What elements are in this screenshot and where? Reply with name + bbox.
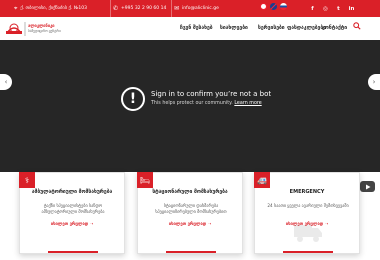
- card-accent-bar: [283, 251, 333, 253]
- phone-item[interactable]: ✆ +995 32 2 90 60 14: [113, 0, 166, 17]
- email-text[interactable]: info@aliclinic.ge: [182, 6, 219, 11]
- instagram-icon[interactable]: ◎: [319, 2, 332, 15]
- card-read-more-link[interactable]: იხილეთ ვრცლად ➝: [138, 221, 242, 226]
- card-read-more-link[interactable]: იხილეთ ვრცლად ➝: [20, 221, 124, 226]
- card-title: ამბულატორიული მომსახურება: [31, 189, 113, 195]
- english-flag-icon[interactable]: [270, 3, 277, 10]
- search-icon[interactable]: [353, 22, 361, 30]
- georgian-flag-icon[interactable]: [260, 3, 267, 10]
- hospital-bed-icon: 🛏: [137, 172, 153, 188]
- hero-video[interactable]: [0, 40, 380, 172]
- twitter-icon[interactable]: t: [332, 2, 345, 15]
- stethoscope-icon: ⚕: [19, 172, 35, 188]
- address-text: ქ. თბილისი, ქიქნაძის ქ. №103: [20, 6, 87, 11]
- learn-more-link[interactable]: Learn more: [234, 101, 261, 106]
- language-switcher: [260, 3, 287, 10]
- notice-message: This helps protect our community.: [151, 101, 233, 106]
- card-title: EMERGENCY: [289, 189, 325, 195]
- nav-news[interactable]: სიახლეები: [220, 20, 248, 35]
- divider: [171, 0, 172, 17]
- logo-text-line2: სამედიცინო ცენტრი: [28, 29, 61, 33]
- ambulance-icon: 🚑: [254, 172, 270, 188]
- logo-text-line1: ალიკლინიკი: [28, 23, 55, 28]
- card-title: სტაციონარული მომსახურება: [152, 189, 228, 195]
- play-icon: [365, 184, 370, 189]
- top-contact-bar: ⌖ ქ. თბილისი, ქიქნაძის ქ. №103 ✆ +995 32…: [0, 0, 380, 17]
- service-card-emergency[interactable]: 🚑 EMERGENCY 24 საათი ყველა ავარიული შემთ…: [254, 172, 360, 254]
- slider-next-button[interactable]: ›: [368, 74, 380, 90]
- card-accent-bar: [48, 251, 98, 253]
- site-logo[interactable]: ალიკლინიკი სამედიცინო ცენტრი: [5, 20, 65, 38]
- nav-about[interactable]: ჩვენ შესახებ: [180, 20, 213, 35]
- service-card-inpatient[interactable]: 🛏 სტაციონარული მომსახურება სტაციონარული …: [137, 172, 243, 254]
- youtube-icon[interactable]: [360, 181, 375, 192]
- facebook-icon[interactable]: f: [306, 2, 319, 15]
- notice-title: Sign in to confirm you’re not a bot: [151, 90, 272, 98]
- service-card-outpatient[interactable]: ⚕ ამბულატორიული მომსახურება ტაქნი სპეცია…: [19, 172, 125, 254]
- russian-flag-icon[interactable]: [280, 3, 287, 10]
- nav-contact[interactable]: კონტაქტი: [322, 20, 347, 35]
- chevron-right-icon: ›: [372, 78, 376, 86]
- card-description: ტაქნი სპეციალისტები სანდო ამბულატორიული …: [41, 203, 105, 214]
- divider: [110, 0, 111, 17]
- phone-icon: ✆: [113, 5, 119, 12]
- nav-services[interactable]: სერვისები: [258, 20, 285, 35]
- location-pin-icon: ⌖: [14, 4, 18, 12]
- nav-discounts[interactable]: ფასდაკლებები: [287, 20, 326, 35]
- notice-text: This helps protect our community. Learn …: [151, 101, 262, 106]
- linkedin-icon[interactable]: in: [345, 2, 358, 15]
- alert-icon: !: [121, 87, 145, 111]
- card-description: 24 საათი ყველა ავარიული შემთხვევაში: [267, 203, 349, 208]
- address-item: ⌖ ქ. თბილისი, ქიქნაძის ქ. №103: [14, 0, 87, 17]
- card-description: სტაციონარული დახმარება სპეციალიზირებული …: [155, 203, 227, 214]
- ambulance-watermark-icon: [294, 225, 322, 242]
- card-accent-bar: [166, 251, 216, 253]
- phone-text[interactable]: +995 32 2 90 60 14: [121, 6, 166, 11]
- envelope-icon: ✉: [174, 5, 180, 12]
- chevron-left-icon: ‹: [4, 78, 8, 86]
- email-item[interactable]: ✉ info@aliclinic.ge: [174, 0, 219, 17]
